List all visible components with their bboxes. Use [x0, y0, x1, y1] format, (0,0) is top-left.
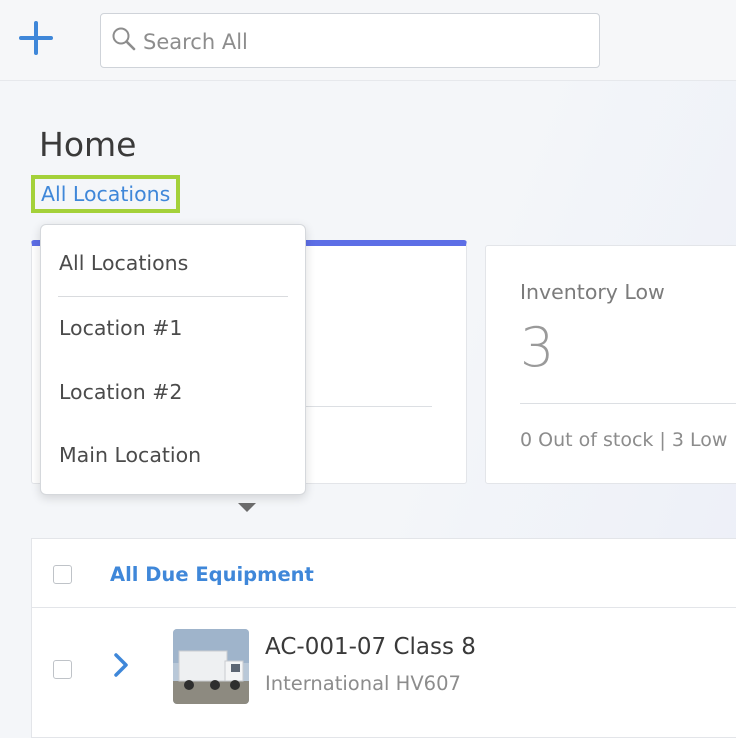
card-divider [302, 406, 432, 407]
location-dropdown-menu: All Locations Location #1 Location #2 Ma… [40, 224, 306, 495]
menu-item-main-location[interactable]: Main Location [59, 443, 201, 467]
page-title: Home [39, 125, 137, 164]
search-input[interactable] [141, 24, 585, 60]
card-value: 3 [520, 316, 555, 379]
truck-thumbnail-image [173, 629, 249, 704]
card-label: Inventory Low [520, 280, 665, 304]
top-bar [0, 0, 736, 81]
menu-item-all-locations[interactable]: All Locations [59, 251, 188, 275]
search-icon [112, 27, 136, 51]
caret-down-icon [238, 503, 256, 512]
equipment-name[interactable]: AC-001-07 Class 8 [265, 634, 476, 660]
add-plus-icon[interactable] [14, 18, 56, 60]
menu-divider [58, 296, 288, 297]
chevron-right-icon[interactable] [112, 651, 132, 679]
equipment-table: All Due Equipment AC-001-07 Class 8 Inte… [31, 538, 736, 738]
card-summary: 0 Out of stock | 3 Low [520, 429, 728, 451]
row-divider [32, 607, 736, 608]
row-checkbox[interactable] [53, 660, 72, 679]
equipment-model: International HV607 [265, 672, 461, 695]
inventory-low-card[interactable]: Inventory Low 3 0 Out of stock | 3 Low [485, 245, 736, 484]
search-box[interactable] [100, 13, 600, 68]
table-header-title[interactable]: All Due Equipment [110, 563, 314, 586]
select-all-checkbox[interactable] [53, 565, 72, 584]
menu-item-location-1[interactable]: Location #1 [59, 316, 182, 340]
card-divider [520, 403, 736, 404]
menu-item-location-2[interactable]: Location #2 [59, 380, 182, 404]
location-selector[interactable]: All Locations [31, 175, 181, 213]
